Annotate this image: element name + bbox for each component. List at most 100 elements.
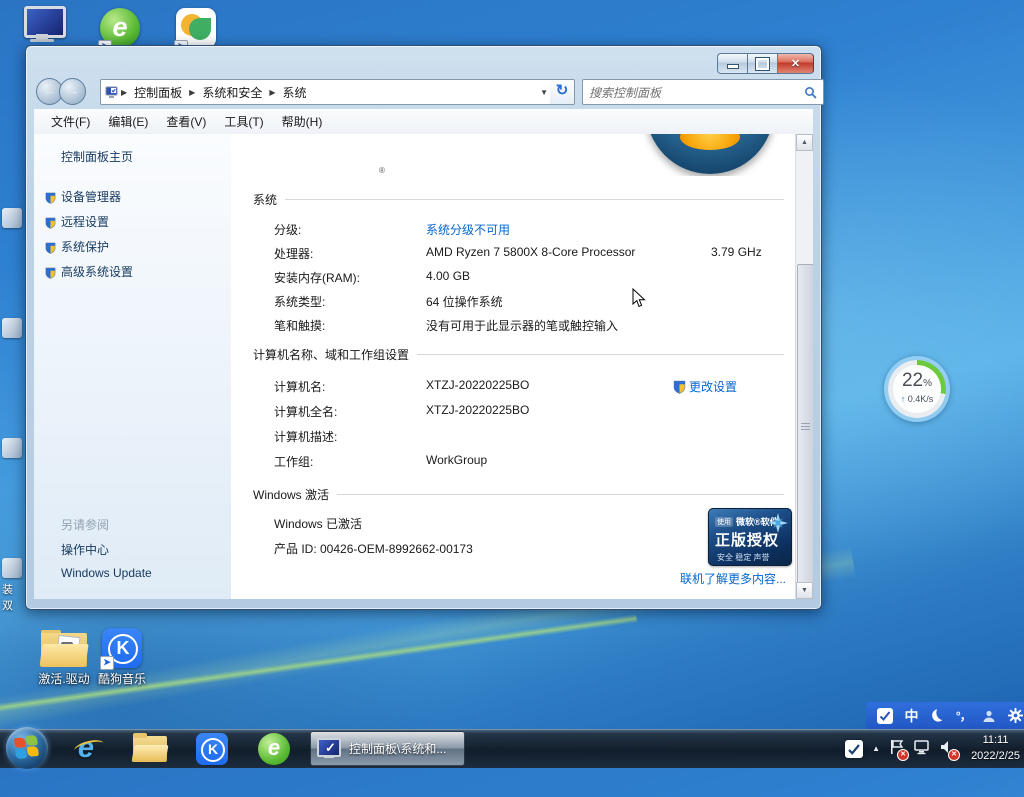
windows-orb-logo — [643, 134, 779, 176]
uac-shield-icon — [45, 267, 56, 279]
scrollbar-thumb[interactable] — [797, 264, 813, 587]
forward-icon: → — [66, 82, 80, 98]
sidebar: 控制面板主页 设备管理器 远程设置 系统保护 高级系统设置 另请参阅 操作中心 … — [34, 134, 231, 599]
scroll-up-button[interactable]: ▲ — [796, 134, 813, 151]
section-header-computer-name: 计算机名称、域和工作组设置 — [253, 346, 784, 363]
maximize-icon — [756, 58, 769, 70]
breadcrumb-system-security[interactable]: 系统和安全 — [196, 84, 268, 101]
speed-widget[interactable]: 22% ↑ 0.4K/s — [884, 356, 950, 422]
taskbar-kugou-button[interactable]: K — [192, 732, 232, 765]
sidebar-item-advanced-settings[interactable]: 高级系统设置 — [61, 263, 133, 280]
genuine-microsoft-badge: 使用 微软®软件 正版授权 安全 稳定 声誉 — [708, 508, 792, 566]
folder-icon — [133, 736, 167, 762]
upload-arrow-icon: ↑ — [901, 394, 906, 404]
computer-icon — [20, 6, 64, 42]
desktop-icon-label: 装 — [2, 581, 24, 597]
ime-chinese-toggle[interactable]: 中 — [905, 706, 919, 726]
back-icon: ← — [43, 82, 57, 98]
sidebar-item-home[interactable]: 控制面板主页 — [61, 148, 133, 165]
address-bar[interactable]: ▶ 控制面板 ▶ 系统和安全 ▶ 系统 ▼ — [100, 79, 557, 105]
sidebar-item-device-manager[interactable]: 设备管理器 — [61, 188, 121, 205]
scroll-down-button[interactable]: ▼ — [796, 582, 813, 599]
learn-more-link[interactable]: 联机了解更多内容... — [680, 570, 786, 587]
tray-action-center-icon[interactable]: ✕ — [889, 739, 905, 758]
refresh-button[interactable]: ↻ — [550, 79, 575, 105]
desktop-icon-fragment[interactable] — [2, 208, 24, 231]
desktop-icon-browser-green[interactable]: e ➤ — [92, 8, 148, 48]
navigation-row: ← → ▶ 控制面板 ▶ 系统和安全 ▶ 系统 ▼ ↻ 搜索控制面板 — [26, 74, 821, 108]
check-icon — [845, 740, 863, 758]
uac-shield-icon — [45, 242, 56, 254]
ime-status-icon[interactable] — [877, 708, 893, 724]
network-monitor-icon — [914, 739, 931, 755]
ime-punctuation-toggle[interactable]: °， — [956, 707, 971, 724]
sidebar-item-remote-settings[interactable]: 远程设置 — [61, 213, 109, 230]
taskbar-360browser-button[interactable]: e — [254, 732, 294, 765]
ram-label: 安装内存(RAM): — [274, 269, 360, 286]
system-favicon — [105, 86, 120, 99]
menu-view[interactable]: 查看(V) — [157, 110, 215, 133]
ime-user-icon[interactable] — [982, 709, 996, 723]
system-window-icon: ✓ — [317, 738, 343, 760]
maximize-button[interactable] — [747, 53, 777, 74]
processor-speed: 3.79 GHz — [711, 245, 762, 259]
rating-unavailable-link[interactable]: 系统分级不可用 — [426, 221, 510, 238]
sidebar-item-action-center[interactable]: 操作中心 — [61, 541, 109, 558]
breadcrumb-system[interactable]: 系统 — [277, 84, 313, 101]
taskbar-active-task-control-panel[interactable]: ✓ 控制面板\系统和... — [310, 731, 465, 766]
clock-time: 11:11 — [971, 732, 1020, 748]
window-titlebar[interactable]: ✕ — [26, 46, 821, 76]
taskbar-clock[interactable]: 11:11 2022/2/25 — [971, 732, 1020, 764]
breadcrumb-sep-icon: ▶ — [268, 88, 276, 97]
breadcrumb-control-panel[interactable]: 控制面板 — [128, 84, 188, 101]
widget-percent: 22 — [902, 370, 923, 391]
badge-use-label: 使用 — [715, 517, 733, 527]
desktop-icon-fragment[interactable]: 装 双 — [2, 558, 24, 613]
desktop-icon-label: 酷狗音乐 — [86, 670, 158, 687]
close-button[interactable]: ✕ — [777, 53, 814, 74]
vertical-scrollbar[interactable]: ▲ ▼ — [795, 134, 813, 599]
menu-help[interactable]: 帮助(H) — [273, 110, 332, 133]
start-button[interactable] — [6, 727, 48, 769]
system-tray: ▲ ✕ ✕ — [845, 729, 956, 768]
clock-date: 2022/2/25 — [971, 748, 1020, 764]
system-info-panel: ® 系统 分级: 系统分级不可用 处理器: AMD Ryzen 7 5800X … — [231, 134, 796, 599]
menu-file[interactable]: 文件(F) — [42, 110, 99, 133]
desktop-icon-fragment[interactable] — [2, 318, 24, 341]
search-input[interactable]: 搜索控制面板 — [582, 79, 824, 105]
ime-language-bar[interactable]: 中 °， — [866, 702, 1024, 729]
uac-shield-icon — [45, 217, 56, 229]
menu-edit[interactable]: 编辑(E) — [99, 110, 157, 133]
tray-volume-muted-icon[interactable]: ✕ — [940, 739, 956, 758]
desktop-icon-swirl-app[interactable]: ➤ — [168, 8, 224, 48]
ime-settings-gear-icon[interactable] — [1008, 708, 1023, 723]
search-placeholder: 搜索控制面板 — [589, 84, 804, 101]
desktop-icon-fragment[interactable] — [2, 438, 24, 461]
forward-button[interactable]: → — [59, 78, 86, 105]
system-type-label: 系统类型: — [274, 293, 325, 310]
computer-fullname-value: XTZJ-20220225BO — [426, 403, 529, 417]
tray-network-icon[interactable] — [914, 739, 931, 758]
sidebar-item-windows-update[interactable]: Windows Update — [61, 566, 152, 580]
minimize-button[interactable] — [717, 53, 747, 74]
taskbar: e K e ✓ 控制面板\系统和... ▲ ✕ ✕ 11:11 2022/2/2… — [0, 729, 1024, 768]
ime-fullwidth-moon-icon[interactable] — [930, 709, 944, 723]
activation-status: Windows 已激活 — [274, 515, 362, 532]
taskbar-explorer-button[interactable] — [130, 732, 170, 765]
processor-label: 处理器: — [274, 245, 313, 262]
computer-fullname-label: 计算机全名: — [274, 403, 337, 420]
change-settings-link[interactable]: 更改设置 — [673, 378, 737, 395]
tray-show-hidden-button[interactable]: ▲ — [872, 744, 880, 753]
desktop-icon-kugou[interactable]: K ➤ 酷狗音乐 — [86, 628, 158, 687]
menu-tools[interactable]: 工具(T) — [215, 110, 272, 133]
desktop-icon-computer[interactable] — [14, 6, 70, 42]
menu-bar: 文件(F) 编辑(E) 查看(V) 工具(T) 帮助(H) — [34, 109, 813, 135]
sidebar-item-system-protection[interactable]: 系统保护 — [61, 238, 109, 255]
breadcrumb-sep-icon: ▶ — [188, 88, 196, 97]
shortcut-arrow-icon: ➤ — [100, 656, 114, 670]
widget-body: 22% ↑ 0.4K/s — [893, 365, 941, 413]
taskbar-ie-button[interactable]: e — [66, 732, 106, 765]
section-header-system: 系统 — [253, 191, 784, 208]
tray-driver-tool-icon[interactable] — [845, 740, 863, 758]
system-control-panel-window: ✕ ← → ▶ 控制面板 ▶ 系统和安全 ▶ 系统 ▼ ↻ 搜索控制面板 文件(… — [25, 45, 822, 610]
